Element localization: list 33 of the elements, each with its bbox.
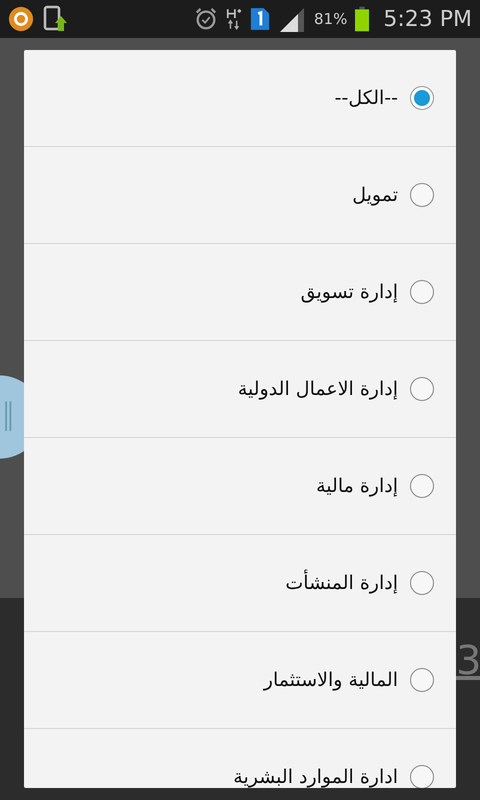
option-label: إدارة مالية xyxy=(316,475,398,497)
battery-percent: 81% xyxy=(314,10,348,28)
radio-button[interactable] xyxy=(410,377,434,401)
radio-button[interactable] xyxy=(410,571,434,595)
option-label: المالية والاستثمار xyxy=(264,669,398,691)
option-row[interactable]: المالية والاستثمار xyxy=(24,632,456,729)
radio-button[interactable] xyxy=(410,183,434,207)
clock: 5:23 PM xyxy=(383,6,472,32)
option-row[interactable]: إدارة مالية xyxy=(24,438,456,535)
option-row[interactable]: إدارة الاعمال الدولية xyxy=(24,341,456,438)
radio-button[interactable] xyxy=(410,668,434,692)
battery-icon xyxy=(355,6,370,32)
radio-button[interactable] xyxy=(410,86,434,110)
alarm-icon xyxy=(194,7,218,31)
option-label: تمويل xyxy=(352,184,398,206)
option-label: ادارة الموارد البشرية xyxy=(233,766,398,788)
option-row[interactable]: ادارة الموارد البشرية xyxy=(24,729,456,788)
option-row[interactable]: --الكل-- xyxy=(24,50,456,147)
option-label: إدارة الاعمال الدولية xyxy=(238,378,398,400)
radio-button[interactable] xyxy=(410,474,434,498)
phone-upload-icon xyxy=(42,5,70,33)
option-label: إدارة المنشأت xyxy=(285,572,398,594)
option-row[interactable]: إدارة المنشأت xyxy=(24,535,456,632)
app-logo-icon xyxy=(8,6,34,32)
background-number: 3 xyxy=(456,638,480,684)
radio-button[interactable] xyxy=(410,280,434,304)
data-arrows-icon xyxy=(226,7,242,31)
sim-card-icon xyxy=(250,7,270,31)
option-row[interactable]: إدارة تسويق xyxy=(24,244,456,341)
radio-button[interactable] xyxy=(410,765,434,788)
option-row[interactable]: تمويل xyxy=(24,147,456,244)
option-label: إدارة تسويق xyxy=(300,281,398,303)
option-label: --الكل-- xyxy=(334,87,398,109)
